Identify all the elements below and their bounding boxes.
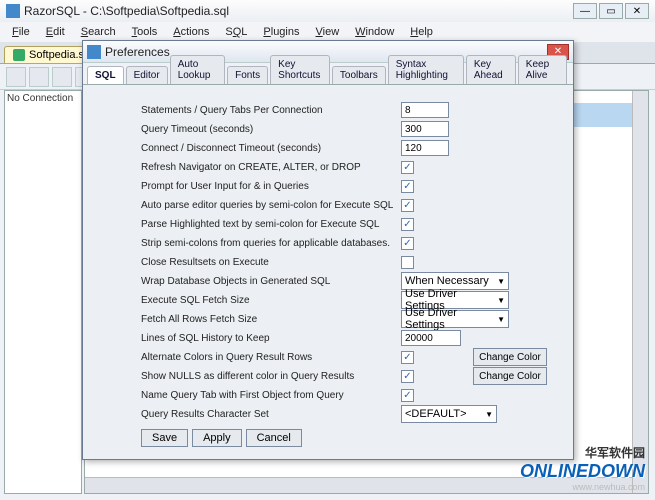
menu-search[interactable]: Search xyxy=(75,25,122,39)
window-controls: — ▭ ✕ xyxy=(573,3,649,19)
button-change-color-nulls[interactable]: Change Color xyxy=(473,367,547,385)
menu-actions[interactable]: Actions xyxy=(167,25,215,39)
chevron-down-icon: ▼ xyxy=(497,296,505,305)
input-history-lines[interactable] xyxy=(401,330,461,346)
toolbar-button-2[interactable] xyxy=(29,67,49,87)
label-timeout: Query Timeout (seconds) xyxy=(141,124,401,135)
tab-editor[interactable]: Editor xyxy=(126,66,168,84)
menu-edit[interactable]: Edit xyxy=(40,25,71,39)
tab-auto-lookup[interactable]: Auto Lookup xyxy=(170,55,225,84)
titlebar: RazorSQL - C:\Softpedia\Softpedia.sql — … xyxy=(0,0,655,22)
preferences-body: Statements / Query Tabs Per Connection Q… xyxy=(83,85,573,459)
menubar: File Edit Search Tools Actions SQL Plugi… xyxy=(0,22,655,42)
label-fetchall-size: Fetch All Rows Fetch Size xyxy=(141,314,401,325)
select-wrap-value: When Necessary xyxy=(405,275,489,287)
apply-button[interactable]: Apply xyxy=(192,429,242,447)
input-timeout[interactable] xyxy=(401,121,449,137)
checkbox-alt-colors[interactable]: ✓ xyxy=(401,351,414,364)
preferences-dialog: Preferences ✕ SQL Editor Auto Lookup Fon… xyxy=(82,40,574,460)
label-close-resultsets: Close Resultsets on Execute xyxy=(141,257,401,268)
tab-keep-alive[interactable]: Keep Alive xyxy=(518,55,567,84)
checkbox-autoparse[interactable]: ✓ xyxy=(401,199,414,212)
label-alt-colors: Alternate Colors in Query Result Rows xyxy=(141,352,401,363)
toolbar-button-1[interactable] xyxy=(6,67,26,87)
menu-view[interactable]: View xyxy=(310,25,346,39)
label-history-lines: Lines of SQL History to Keep xyxy=(141,333,401,344)
checkbox-close-resultsets[interactable] xyxy=(401,256,414,269)
tab-key-ahead[interactable]: Key Ahead xyxy=(466,55,516,84)
menu-plugins[interactable]: Plugins xyxy=(257,25,305,39)
label-statements: Statements / Query Tabs Per Connection xyxy=(141,105,401,116)
watermark-en: ONLINEDOWN xyxy=(520,461,645,482)
menu-window[interactable]: Window xyxy=(349,25,400,39)
tab-toolbars[interactable]: Toolbars xyxy=(332,66,386,84)
maximize-button[interactable]: ▭ xyxy=(599,3,623,19)
vertical-scrollbar[interactable] xyxy=(632,91,648,493)
select-fetchall-size[interactable]: Use Driver Settings▼ xyxy=(401,310,509,328)
checkbox-parse-highlighted[interactable]: ✓ xyxy=(401,218,414,231)
checkbox-name-tab[interactable]: ✓ xyxy=(401,389,414,402)
select-charset-value: <DEFAULT> xyxy=(405,408,467,420)
chevron-down-icon: ▼ xyxy=(485,410,493,419)
checkbox-strip-semicolons[interactable]: ✓ xyxy=(401,237,414,250)
menu-tools[interactable]: Tools xyxy=(126,25,164,39)
window-title: RazorSQL - C:\Softpedia\Softpedia.sql xyxy=(24,4,573,18)
menu-help[interactable]: Help xyxy=(404,25,439,39)
app-icon xyxy=(6,4,20,18)
preferences-tabs: SQL Editor Auto Lookup Fonts Key Shortcu… xyxy=(83,63,573,85)
label-autoparse: Auto parse editor queries by semi-colon … xyxy=(141,200,401,211)
main-window: RazorSQL - C:\Softpedia\Softpedia.sql — … xyxy=(0,0,655,500)
label-strip-semicolons: Strip semi-colons from queries for appli… xyxy=(141,238,401,249)
dialog-icon xyxy=(87,45,101,59)
label-name-tab: Name Query Tab with First Object from Qu… xyxy=(141,390,401,401)
dialog-buttons: Save Apply Cancel xyxy=(141,429,563,447)
select-charset[interactable]: <DEFAULT> ▼ xyxy=(401,405,497,423)
tab-key-shortcuts[interactable]: Key Shortcuts xyxy=(270,55,330,84)
tab-fonts[interactable]: Fonts xyxy=(227,66,268,84)
input-connect-timeout[interactable] xyxy=(401,140,449,156)
chevron-down-icon: ▼ xyxy=(497,315,505,324)
input-statements[interactable] xyxy=(401,102,449,118)
sidebar: No Connection xyxy=(4,90,82,494)
label-prompt-input: Prompt for User Input for & in Queries xyxy=(141,181,401,192)
minimize-button[interactable]: — xyxy=(573,3,597,19)
button-change-color-alt[interactable]: Change Color xyxy=(473,348,547,366)
close-button[interactable]: ✕ xyxy=(625,3,649,19)
save-button[interactable]: Save xyxy=(141,429,188,447)
watermark-url: www.newhua.com xyxy=(520,482,645,492)
watermark-cn: 华军软件园 xyxy=(520,444,645,461)
label-charset: Query Results Character Set xyxy=(141,409,401,420)
select-fetchall-value: Use Driver Settings xyxy=(405,307,497,331)
menu-file[interactable]: File xyxy=(6,25,36,39)
toolbar-button-3[interactable] xyxy=(52,67,72,87)
file-icon xyxy=(13,49,25,61)
watermark: 华军软件园 ONLINEDOWN www.newhua.com xyxy=(520,444,645,492)
chevron-down-icon: ▼ xyxy=(497,277,505,286)
checkbox-prompt-input[interactable]: ✓ xyxy=(401,180,414,193)
label-connect-timeout: Connect / Disconnect Timeout (seconds) xyxy=(141,143,401,154)
label-show-nulls: Show NULLS as different color in Query R… xyxy=(141,371,401,382)
label-wrap-objects: Wrap Database Objects in Generated SQL xyxy=(141,276,401,287)
label-fetch-size: Execute SQL Fetch Size xyxy=(141,295,401,306)
connection-status: No Connection xyxy=(7,93,79,104)
checkbox-refresh-navigator[interactable]: ✓ xyxy=(401,161,414,174)
label-refresh-navigator: Refresh Navigator on CREATE, ALTER, or D… xyxy=(141,162,401,173)
tab-syntax-highlighting[interactable]: Syntax Highlighting xyxy=(388,55,464,84)
tab-sql[interactable]: SQL xyxy=(87,66,124,84)
cancel-button[interactable]: Cancel xyxy=(246,429,302,447)
checkbox-show-nulls[interactable]: ✓ xyxy=(401,370,414,383)
label-parse-highlighted: Parse Highlighted text by semi-colon for… xyxy=(141,219,401,230)
menu-sql[interactable]: SQL xyxy=(219,25,253,39)
